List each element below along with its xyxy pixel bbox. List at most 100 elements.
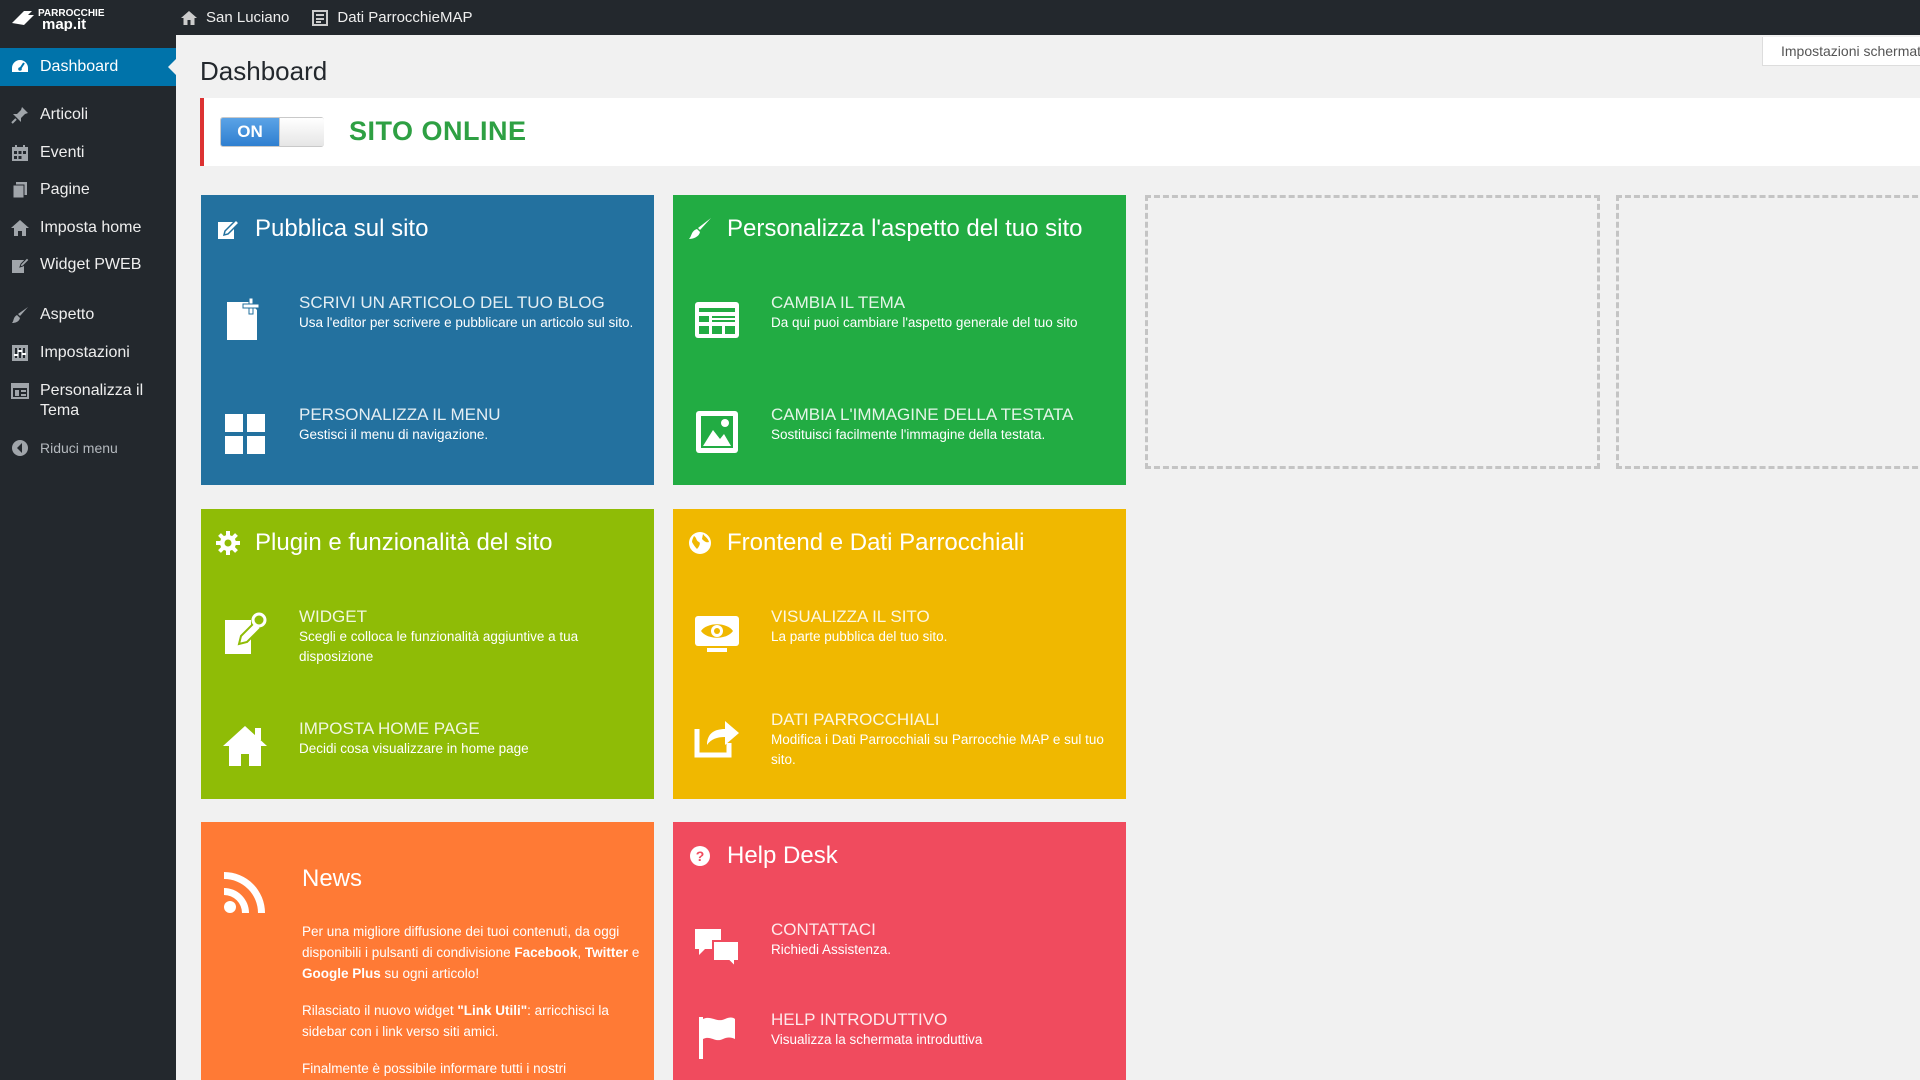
tile-title: ? Help Desk: [687, 842, 838, 870]
collapse-menu-label: Riduci menu: [40, 440, 118, 456]
action-title: DATI PARROCCHIALI: [771, 710, 940, 729]
help-icon: ?: [687, 843, 713, 869]
dashboard-icon: [10, 57, 30, 77]
rss-icon: [221, 868, 269, 916]
page-title: Dashboard: [200, 56, 328, 86]
svg-text:map.it: map.it: [42, 16, 86, 31]
image-icon: [693, 408, 741, 456]
customize-menu-action[interactable]: PERSONALIZZA IL MENU Gestisci il menu di…: [221, 404, 641, 456]
widget-action[interactable]: WIDGET Scegli e colloca le funzionalità …: [221, 606, 641, 667]
action-description: Gestisci il menu di navigazione.: [299, 427, 489, 442]
action-description: Sostituisci facilmente l'immagine della …: [771, 427, 1046, 442]
tile-title-text: Frontend e Dati Parrocchiali: [727, 529, 1025, 556]
site-name-label: San Luciano: [206, 9, 290, 26]
sidebar-item-aspetto[interactable]: Aspetto: [0, 305, 176, 325]
news-text: Rilasciato il nuovo widget: [302, 1003, 458, 1018]
tile-pubblica: Pubblica sul sito SCRIVI UN ARTICOLO DEL…: [201, 195, 654, 485]
tile-title: Plugin e funzionalità del sito: [215, 529, 553, 557]
pages-icon: [10, 180, 30, 200]
action-description: Scegli e colloca le funzionalità aggiunt…: [299, 629, 579, 664]
home-icon: [10, 218, 30, 238]
news-bold-text: Facebook: [514, 945, 578, 960]
sidebar-item-label: Impostazioni: [40, 344, 130, 361]
admin-top-bar: PARROCCHIE map.it San Luciano Dati Parro…: [0, 0, 1920, 35]
sidebar-item-label: Eventi: [40, 144, 85, 161]
layout-icon: [693, 296, 741, 344]
sidebar-item-pagine[interactable]: Pagine: [0, 180, 176, 200]
sidebar-item-personalizza-tema[interactable]: Personalizza il Tema: [0, 381, 176, 421]
site-status-panel: ON SITO ONLINE: [200, 98, 1920, 166]
sidebar-item-label: Dashboard: [40, 58, 119, 75]
grid-icon: [221, 408, 269, 456]
sidebar-item-articoli[interactable]: Articoli: [0, 105, 176, 125]
change-header-image-action[interactable]: CAMBIA L'IMMAGINE DELLA TESTATA Sostitui…: [693, 404, 1113, 456]
monitor-eye-icon: [693, 610, 741, 658]
parish-data-action[interactable]: DATI PARROCCHIALI Modifica i Dati Parroc…: [693, 709, 1113, 770]
site-status-text: SITO ONLINE: [349, 116, 527, 146]
set-home-page-action[interactable]: IMPOSTA HOME PAGE Decidi cosa visualizza…: [221, 718, 641, 770]
action-description: Usa l'editor per scrivere e pubblicare u…: [299, 315, 634, 330]
tile-news: News Per una migliore diffusione dei tuo…: [201, 822, 654, 1080]
settings-icon: [10, 343, 30, 363]
news-bold-text: Google Plus: [302, 966, 381, 981]
write-article-action[interactable]: SCRIVI UN ARTICOLO DEL TUO BLOG Usa l'ed…: [221, 292, 641, 344]
parrocchiemap-logo[interactable]: PARROCCHIE map.it: [0, 0, 168, 35]
intro-help-action[interactable]: HELP INTRODUTTIVO Visualizza la schermat…: [693, 1009, 1113, 1061]
tile-plugin: Plugin e funzionalità del sito WIDGET Sc…: [201, 509, 654, 799]
action-title: VISUALIZZA IL SITO: [771, 607, 930, 626]
admin-sidebar: Dashboard Articoli Eventi Pagine Imposta…: [0, 35, 176, 1080]
empty-widget-area: [1616, 195, 1920, 469]
action-description: Da qui puoi cambiare l'aspetto generale …: [771, 315, 1078, 330]
tile-aspetto: Personalizza l'aspetto del tuo sito CAMB…: [673, 195, 1126, 485]
tile-frontend: Frontend e Dati Parrocchiali VISUALIZZA …: [673, 509, 1126, 799]
chat-bubbles-icon: [693, 923, 741, 971]
news-title: News: [302, 865, 363, 892]
action-description: Visualizza la schermata introduttiva: [771, 1032, 983, 1047]
tile-help-desk: ? Help Desk CONTATTACI Richiedi Assisten…: [673, 822, 1126, 1080]
news-bold-text: "Link Utili": [457, 1003, 528, 1018]
sidebar-item-imposta-home[interactable]: Imposta home: [0, 218, 176, 238]
svg-text:?: ?: [696, 848, 705, 864]
home-icon: [180, 9, 198, 27]
dati-parrocchiemap-label: Dati ParrocchieMAP: [337, 9, 473, 26]
news-text: ,: [577, 945, 585, 960]
news-bold-text: Twitter: [584, 945, 629, 960]
action-title: CAMBIA L'IMMAGINE DELLA TESTATA: [771, 405, 1074, 424]
pin-icon: [10, 105, 30, 125]
sidebar-item-label: Imposta home: [40, 219, 142, 236]
sidebar-item-label: Aspetto: [40, 306, 95, 323]
tile-title-text: Help Desk: [727, 842, 838, 869]
news-body: Per una migliore diffusione dei tuoi con…: [302, 921, 640, 1080]
collapse-menu-button[interactable]: Riduci menu: [0, 438, 176, 458]
sidebar-item-eventi[interactable]: Eventi: [0, 143, 176, 163]
screen-options-button[interactable]: Impostazioni schermata: [1762, 37, 1920, 66]
globe-icon: [687, 530, 713, 556]
sidebar-item-widget-pweb[interactable]: Widget PWEB: [0, 255, 176, 275]
theme-icon: [10, 381, 30, 401]
news-item: Finalmente è possibile informare tutti i…: [302, 1058, 640, 1079]
contact-action[interactable]: CONTATTACI Richiedi Assistenza.: [693, 919, 1113, 971]
action-title: HELP INTRODUTTIVO: [771, 1010, 948, 1029]
sidebar-item-dashboard[interactable]: Dashboard: [0, 48, 176, 86]
tile-title-text: Plugin e funzionalità del sito: [255, 529, 553, 556]
news-item: Per una migliore diffusione dei tuoi con…: [302, 921, 640, 984]
view-site-action[interactable]: VISUALIZZA IL SITO La parte pubblica del…: [693, 606, 1113, 658]
document-icon: [311, 9, 329, 27]
action-title: IMPOSTA HOME PAGE: [299, 719, 480, 738]
tile-title-text: Pubblica sul sito: [255, 215, 429, 242]
dati-parrocchiemap-link[interactable]: Dati ParrocchieMAP: [299, 0, 482, 35]
site-name-link[interactable]: San Luciano: [168, 0, 299, 35]
action-title: CONTATTACI: [771, 920, 876, 939]
change-theme-action[interactable]: CAMBIA IL TEMA Da qui puoi cambiare l'as…: [693, 292, 1113, 344]
action-title: WIDGET: [299, 607, 367, 626]
brush-icon: [10, 305, 30, 325]
empty-widget-area: [1145, 195, 1600, 469]
calendar-icon: [10, 143, 30, 163]
house-icon: [221, 722, 269, 770]
tile-title: Frontend e Dati Parrocchiali: [687, 529, 1024, 557]
widget-icon: [10, 255, 30, 275]
site-online-toggle[interactable]: ON: [220, 117, 324, 147]
tile-title-text: Personalizza l'aspetto del tuo sito: [727, 215, 1083, 242]
sidebar-item-impostazioni[interactable]: Impostazioni: [0, 343, 176, 363]
tile-title: Personalizza l'aspetto del tuo sito: [687, 215, 1082, 243]
